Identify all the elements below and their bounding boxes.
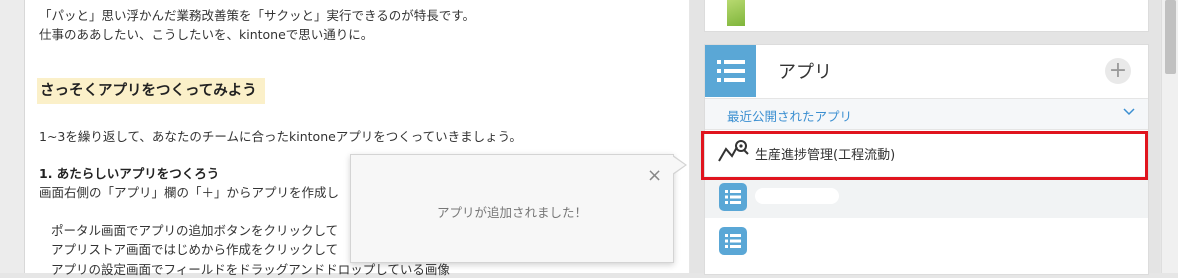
add-app-button[interactable]: +	[1105, 58, 1131, 84]
toast-arrow-inner	[672, 156, 685, 174]
app-item-label-redacted	[755, 188, 839, 204]
apps-widget-title: アプリ	[778, 62, 832, 83]
section-heading: さっそくアプリをつくってみよう	[37, 78, 265, 104]
green-app-icon	[727, 0, 745, 26]
step1-title: 1. あたらしいアプリをつくろう	[39, 166, 220, 181]
step1-description: 画面右側の「アプリ」欄の「＋」からアプリを作成し	[39, 185, 340, 200]
bullet-portal: ポータル画面でアプリの追加ボタンをクリックして	[51, 223, 339, 238]
close-icon[interactable]: ×	[647, 165, 662, 186]
scrollbar[interactable]	[1161, 0, 1178, 273]
recent-apps-dropdown[interactable]: 最近公開されたアプリ	[705, 98, 1148, 130]
highlight-box	[701, 131, 1148, 180]
bullet-appstore: アプリストア画面ではじめから作成をクリックして	[51, 242, 339, 257]
app-item-2[interactable]	[705, 176, 1148, 218]
toast-message: アプリが追加されました！	[436, 205, 587, 220]
intro-line-2: 仕事のああしたい、こうしたいを、kintoneで思い通りに。	[39, 27, 374, 42]
apps-list-icon	[705, 45, 756, 97]
recent-apps-label: 最近公開されたアプリ	[727, 109, 853, 124]
intro-line-1: 「パッと」思い浮かんだ業務改善策を「サクッと」実行できるのが特長です。	[39, 8, 476, 23]
app-added-toast: × アプリが追加されました！	[350, 154, 687, 263]
list-icon	[719, 227, 747, 255]
apps-widget-header: アプリ +	[705, 45, 1148, 97]
previous-widget-card	[704, 0, 1149, 32]
app-item-3[interactable]	[705, 220, 1148, 262]
scrollbar-thumb[interactable]	[1165, 0, 1176, 74]
chevron-down-icon	[1123, 108, 1135, 116]
list-icon	[719, 183, 747, 211]
left-edge	[0, 0, 25, 273]
repeat-instruction: 1~3を繰り返して、あなたのチームに合ったkintoneアプリをつくっていきまし…	[39, 129, 522, 144]
